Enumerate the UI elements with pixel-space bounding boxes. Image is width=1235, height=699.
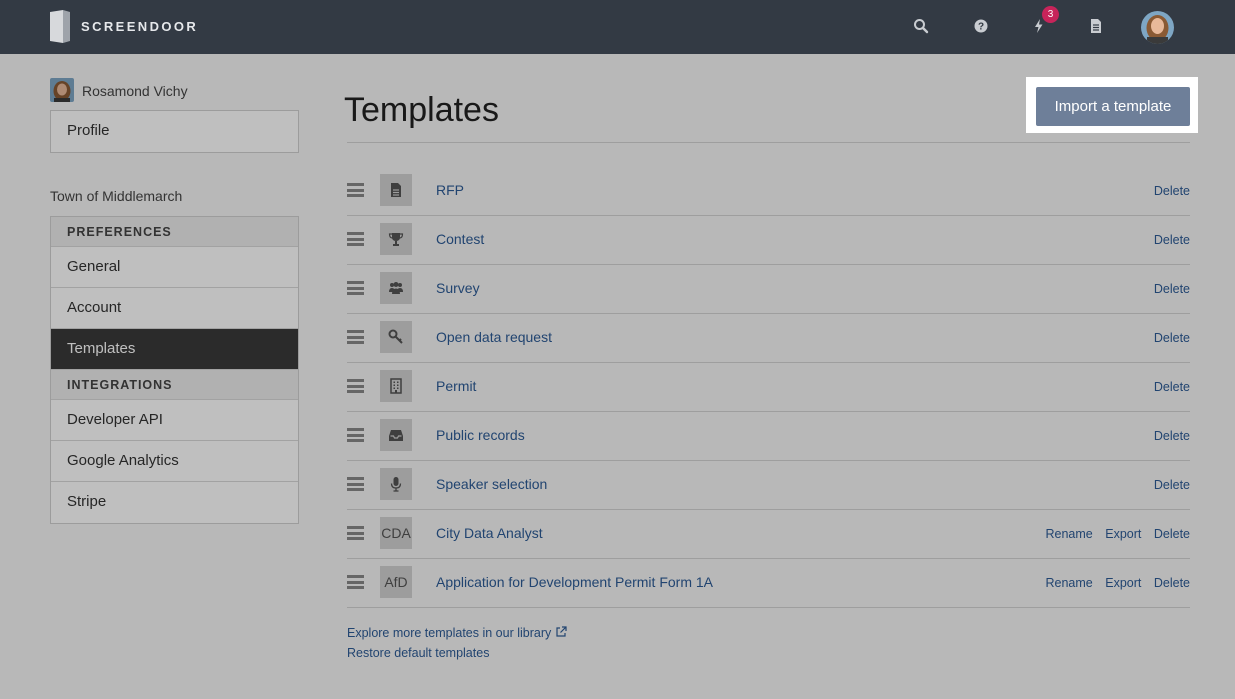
sidebar-item-general[interactable]: General — [51, 247, 298, 288]
drag-handle-icon[interactable] — [347, 281, 364, 295]
help-icon[interactable]: ? — [972, 17, 990, 35]
template-name[interactable]: City Data Analyst — [436, 525, 543, 541]
top-navigation-bar: SCREENDOOR ? 3 — [0, 0, 1235, 54]
template-icon — [380, 272, 412, 304]
sidebar-item-account[interactable]: Account — [51, 288, 298, 329]
template-name[interactable]: RFP — [436, 182, 464, 198]
explore-templates-label: Explore more templates in our library — [347, 626, 552, 640]
title-divider — [347, 142, 1190, 143]
group-icon — [389, 282, 403, 294]
drag-handle-icon[interactable] — [347, 575, 364, 589]
preferences-heading: PREFERENCES — [51, 217, 298, 247]
sidebar-item-stripe[interactable]: Stripe — [51, 482, 298, 523]
template-row: Public records Delete — [347, 412, 1190, 461]
delete-link[interactable]: Delete — [1154, 527, 1190, 541]
organization-name: Town of Middlemarch — [50, 188, 183, 204]
key-icon — [388, 329, 403, 344]
export-link[interactable]: Export — [1105, 576, 1141, 590]
import-template-button[interactable]: Import a template — [1036, 87, 1190, 126]
notification-badge: 3 — [1042, 6, 1059, 23]
template-actions: Delete — [1145, 429, 1190, 443]
drag-handle-icon[interactable] — [347, 477, 364, 491]
sidebar-item-templates[interactable]: Templates — [51, 329, 298, 370]
template-actions: Delete — [1145, 184, 1190, 198]
screendoor-logo-icon[interactable] — [50, 10, 70, 43]
delete-link[interactable]: Delete — [1154, 478, 1190, 492]
drag-handle-icon[interactable] — [347, 330, 364, 344]
template-name[interactable]: Survey — [436, 280, 480, 296]
template-actions: Rename Export Delete — [1037, 576, 1191, 590]
delete-link[interactable]: Delete — [1154, 233, 1190, 247]
template-name[interactable]: Permit — [436, 378, 476, 394]
user-avatar[interactable] — [1141, 11, 1174, 44]
delete-link[interactable]: Delete — [1154, 282, 1190, 296]
drag-handle-icon[interactable] — [347, 428, 364, 442]
profile-menu: Profile — [50, 110, 299, 153]
explore-templates-link[interactable]: Explore more templates in our library — [347, 626, 567, 640]
template-actions: Delete — [1145, 331, 1190, 345]
template-name[interactable]: Speaker selection — [436, 476, 547, 492]
template-name[interactable]: Application for Development Permit Form … — [436, 574, 713, 590]
drag-handle-icon[interactable] — [347, 379, 364, 393]
template-row: Survey Delete — [347, 265, 1190, 314]
template-actions: Delete — [1145, 380, 1190, 394]
delete-link[interactable]: Delete — [1154, 576, 1190, 590]
template-name[interactable]: Public records — [436, 427, 525, 443]
svg-text:?: ? — [978, 22, 984, 33]
sidebar-item-google-analytics[interactable]: Google Analytics — [51, 441, 298, 482]
document-icon — [391, 183, 401, 197]
template-row: Open data request Delete — [347, 314, 1190, 363]
delete-link[interactable]: Delete — [1154, 331, 1190, 345]
export-link[interactable]: Export — [1105, 527, 1141, 541]
template-row: Contest Delete — [347, 216, 1190, 265]
rename-link[interactable]: Rename — [1046, 527, 1093, 541]
template-name[interactable]: Contest — [436, 231, 484, 247]
template-actions: Delete — [1145, 282, 1190, 296]
template-icon — [380, 174, 412, 206]
external-link-icon — [556, 626, 567, 637]
template-icon — [380, 223, 412, 255]
building-icon — [390, 378, 402, 394]
avatar — [50, 78, 74, 102]
settings-menu: PREFERENCES General Account Templates IN… — [50, 216, 299, 524]
drag-handle-icon[interactable] — [347, 232, 364, 246]
user-name: Rosamond Vichy — [82, 83, 188, 99]
sidebar-item-developer-api[interactable]: Developer API — [51, 400, 298, 441]
template-icon — [380, 370, 412, 402]
documents-icon[interactable] — [1087, 17, 1105, 35]
microphone-icon — [390, 477, 402, 492]
inbox-icon — [389, 430, 403, 441]
template-actions: Delete — [1145, 478, 1190, 492]
template-icon — [380, 321, 412, 353]
template-row: CDA City Data Analyst Rename Export Dele… — [347, 510, 1190, 559]
integrations-heading: INTEGRATIONS — [51, 370, 298, 400]
template-row: RFP Delete — [347, 167, 1190, 216]
brand-name: SCREENDOOR — [81, 19, 199, 34]
sidebar-item-profile[interactable]: Profile — [51, 111, 298, 152]
template-icon — [380, 468, 412, 500]
search-icon[interactable] — [912, 17, 930, 35]
template-actions: Delete — [1145, 233, 1190, 247]
delete-link[interactable]: Delete — [1154, 429, 1190, 443]
template-icon — [380, 419, 412, 451]
template-actions: Rename Export Delete — [1037, 527, 1191, 541]
delete-link[interactable]: Delete — [1154, 380, 1190, 394]
drag-handle-icon[interactable] — [347, 183, 364, 197]
delete-link[interactable]: Delete — [1154, 184, 1190, 198]
trophy-icon — [388, 233, 404, 246]
template-row: AfD Application for Development Permit F… — [347, 559, 1190, 608]
template-name[interactable]: Open data request — [436, 329, 552, 345]
restore-defaults-link[interactable]: Restore default templates — [347, 646, 489, 660]
template-abbreviation: AfD — [380, 566, 412, 598]
template-abbreviation: CDA — [380, 517, 412, 549]
template-row: Permit Delete — [347, 363, 1190, 412]
page-title: Templates — [344, 91, 499, 129]
drag-handle-icon[interactable] — [347, 526, 364, 540]
template-row: Speaker selection Delete — [347, 461, 1190, 510]
rename-link[interactable]: Rename — [1046, 576, 1093, 590]
